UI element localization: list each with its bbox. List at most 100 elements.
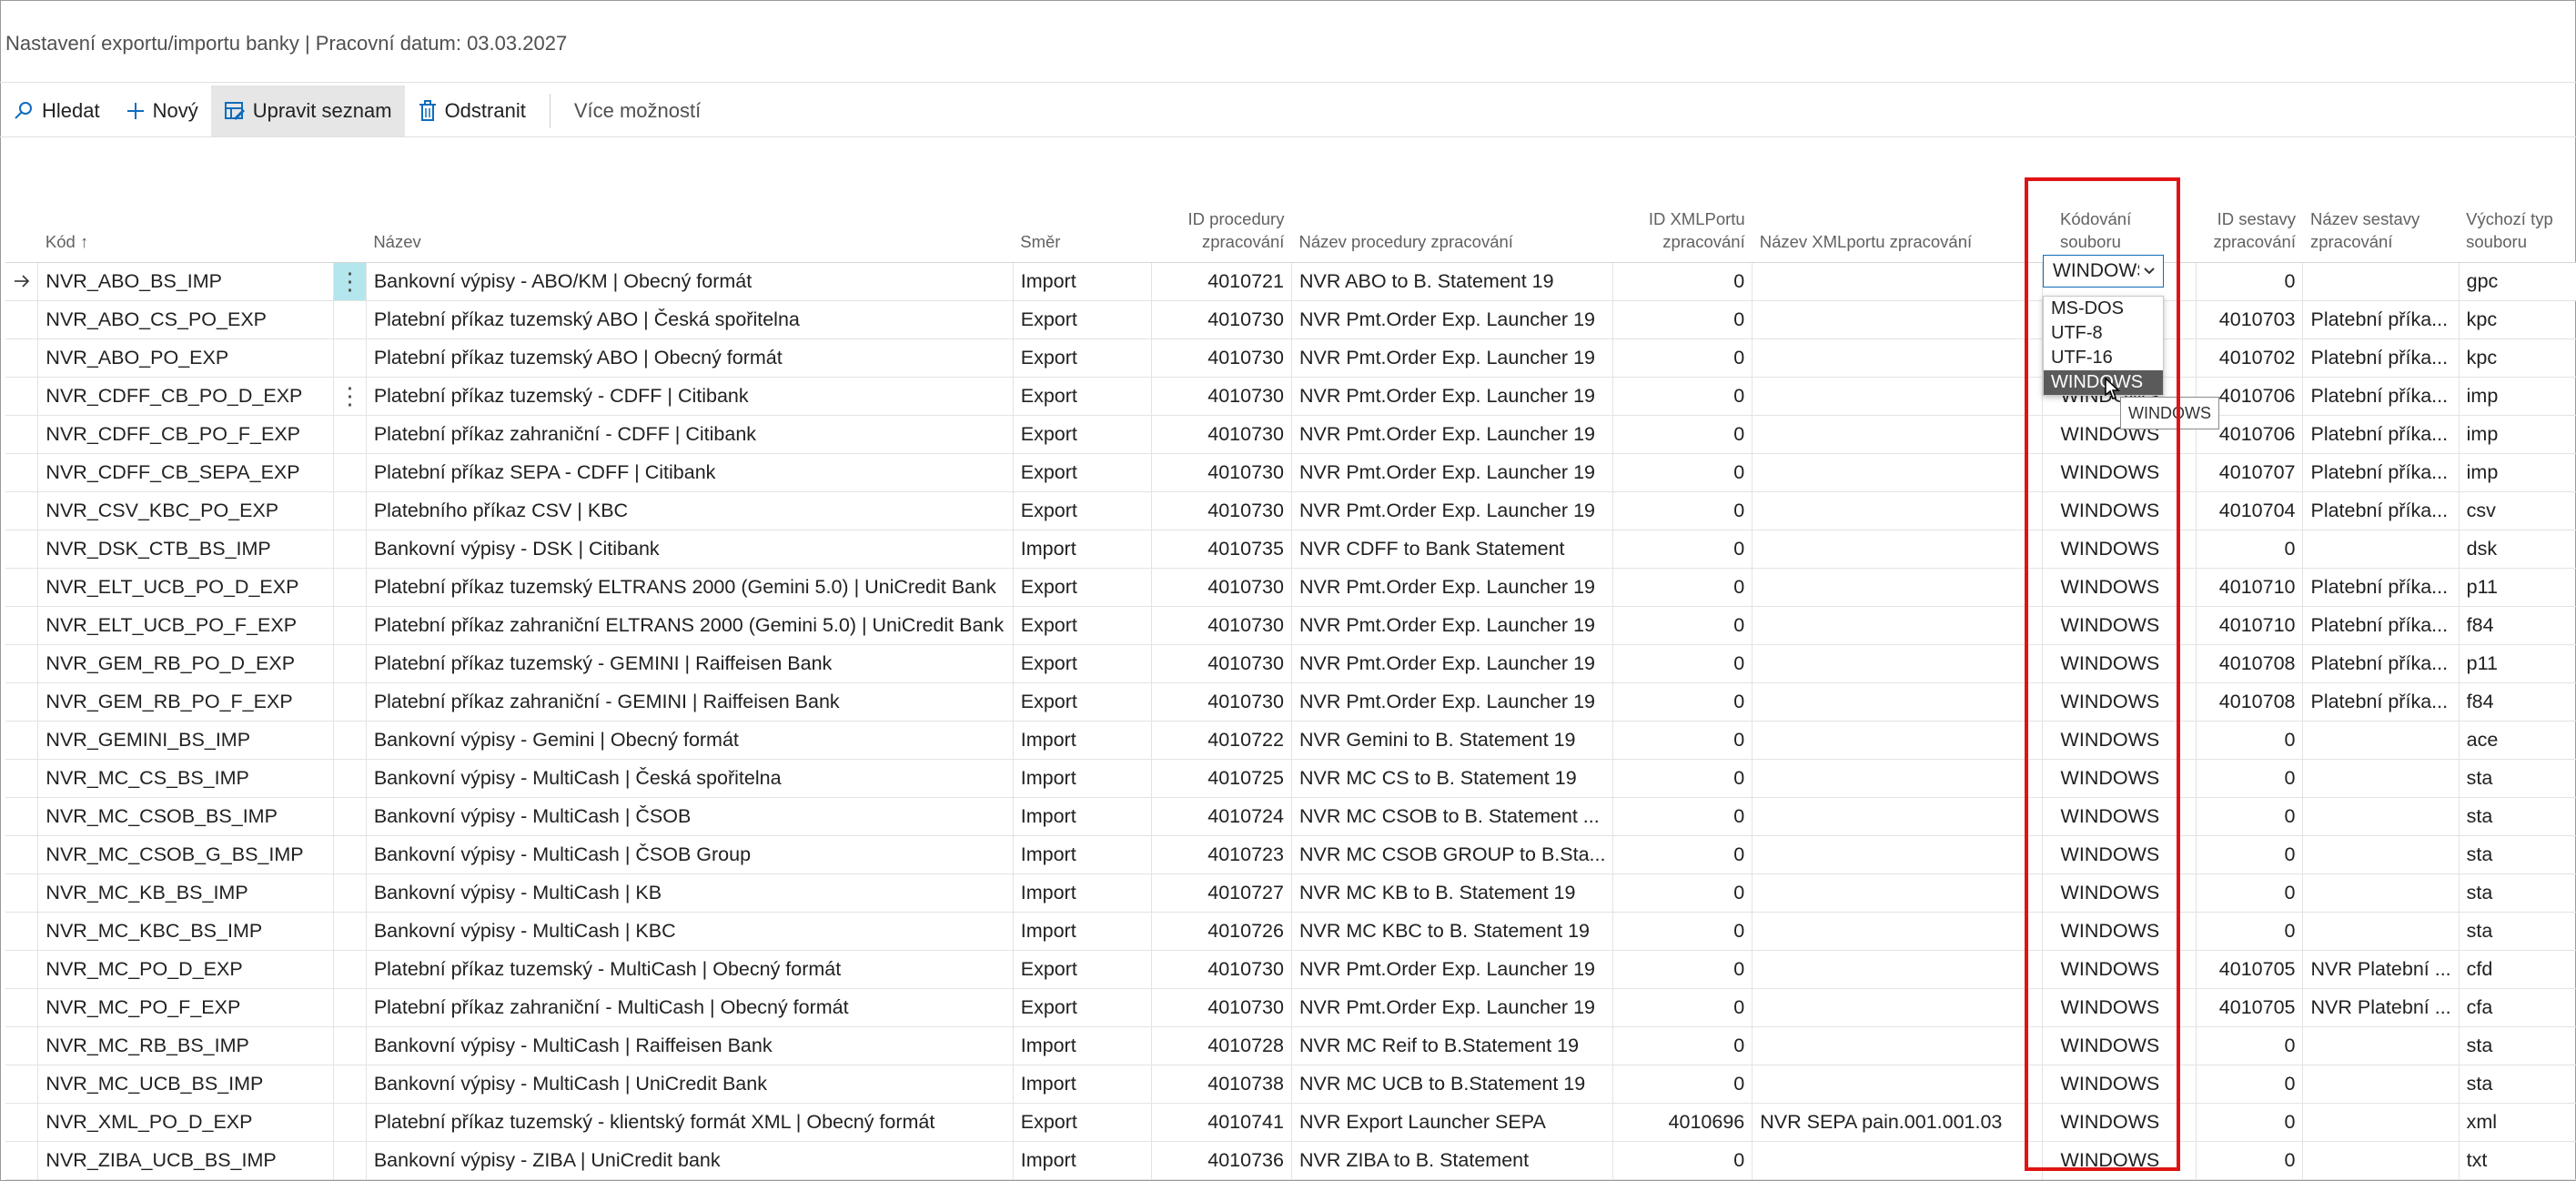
cell-encoding[interactable]: WINDOWS [2041,759,2197,798]
more-vertical-icon[interactable] [333,644,367,683]
cell-encoding[interactable]: WINDOWS [2041,453,2197,492]
table-row[interactable]: NVR_CSV_KBC_PO_EXP Platebního příkaz CSV … [5,491,2576,530]
table-row[interactable]: NVR_MC_UCB_BS_IMP Bankovní výpisy - Multi… [5,1065,2576,1104]
cell-encoding[interactable]: WINDOWS [2041,988,2197,1027]
table-row[interactable]: NVR_ZIBA_UCB_BS_IMP Bankovní výpisy - ZIB… [5,1141,2576,1180]
cell-code[interactable]: NVR_MC_CS_BS_IMP [37,759,334,798]
more-vertical-icon[interactable]: ⋮ [333,377,367,416]
cell-code[interactable]: NVR_MC_PO_D_EXP [37,950,334,989]
table-row[interactable]: NVR_ABO_CS_PO_EXP Platební příkaz tuzemsk… [5,300,2576,339]
table-row[interactable]: NVR_GEMINI_BS_IMP Bankovní výpisy - Gemin… [5,721,2576,760]
header-name[interactable]: Název [366,177,1014,263]
cell-code[interactable]: NVR_MC_UCB_BS_IMP [37,1065,334,1104]
cell-encoding[interactable]: WINDOWS [2041,721,2197,760]
cell-code[interactable]: NVR_DSK_CTB_BS_IMP [37,530,334,569]
cell-code[interactable]: NVR_ABO_CS_PO_EXP [37,300,334,339]
cell-code[interactable]: NVR_ABO_PO_EXP [37,338,334,378]
more-vertical-icon[interactable] [333,415,367,454]
more-vertical-icon[interactable] [333,300,367,339]
table-row[interactable]: NVR_CDFF_CB_SEPA_EXP Platební příkaz SEPA… [5,453,2576,492]
cell-code[interactable]: NVR_MC_CSOB_BS_IMP [37,797,334,836]
more-vertical-icon[interactable] [333,1026,367,1065]
table-row[interactable]: NVR_MC_CSOB_BS_IMP Bankovní výpisy - Mult… [5,797,2576,836]
cell-encoding[interactable]: WINDOWS [2041,1141,2197,1180]
more-vertical-icon[interactable] [333,721,367,760]
cell-code[interactable]: NVR_GEMINI_BS_IMP [37,721,334,760]
edit-list-button[interactable]: Upravit seznam [210,86,405,136]
more-options-button[interactable]: Více možností [561,86,713,136]
header-report-id[interactable]: ID sestavy zpracování [2196,177,2303,263]
cell-encoding[interactable]: WINDOWS [2041,644,2197,683]
table-row[interactable]: NVR_MC_CSOB_G_BS_IMP Bankovní výpisy - Mu… [5,835,2576,874]
more-vertical-icon[interactable] [333,568,367,607]
more-vertical-icon[interactable] [333,950,367,989]
cell-code[interactable]: NVR_ELT_UCB_PO_D_EXP [37,568,334,607]
more-vertical-icon[interactable] [333,873,367,913]
header-file-type[interactable]: Výchozí typ souboru [2459,177,2576,263]
cell-encoding[interactable]: WINDOWS [2041,797,2197,836]
more-vertical-icon[interactable] [333,338,367,378]
cell-code[interactable]: NVR_MC_PO_F_EXP [37,988,334,1027]
cell-encoding[interactable]: WINDOWS [2041,835,2197,874]
cell-code[interactable]: NVR_ELT_UCB_PO_F_EXP [37,606,334,645]
table-row[interactable]: NVR_MC_PO_F_EXP Platební příkaz zahraničn… [5,988,2576,1027]
table-row[interactable]: NVR_MC_KBC_BS_IMP Bankovní výpisy - Multi… [5,912,2576,951]
cell-code[interactable]: NVR_CDFF_CB_SEPA_EXP [37,453,334,492]
table-row[interactable]: NVR_ABO_BS_IMP ⋮ Bankovní výpisy - ABO/KM … [5,262,2576,301]
table-row[interactable]: NVR_DSK_CTB_BS_IMP Bankovní výpisy - DSK … [5,530,2576,569]
table-row[interactable]: NVR_MC_PO_D_EXP Platební příkaz tuzemský … [5,950,2576,989]
table-row[interactable]: NVR_ELT_UCB_PO_F_EXP Platební příkaz zahr… [5,606,2576,645]
cell-encoding[interactable]: WINDOWS [2041,682,2197,722]
cell-code[interactable]: NVR_GEM_RB_PO_D_EXP [37,644,334,683]
more-vertical-icon[interactable]: ⋮ [333,262,367,301]
cell-encoding[interactable]: WINDOWS [2041,912,2197,951]
table-row[interactable]: NVR_MC_KB_BS_IMP Bankovní výpisy - MultiC… [5,873,2576,913]
more-vertical-icon[interactable] [333,1141,367,1180]
cell-code[interactable]: NVR_GEM_RB_PO_F_EXP [37,682,334,722]
encoding-select[interactable]: WINDOWS [2043,255,2164,288]
cell-code[interactable]: NVR_CSV_KBC_PO_EXP [37,491,334,530]
more-vertical-icon[interactable] [333,682,367,722]
delete-button[interactable]: Odstranit [405,86,539,136]
dropdown-option-ms-dos[interactable]: MS-DOS [2044,297,2163,321]
cell-encoding[interactable]: WINDOWS [2041,1026,2197,1065]
header-proc-id[interactable]: ID procedury zpracování [1151,177,1292,263]
cell-code[interactable]: NVR_MC_RB_BS_IMP [37,1026,334,1065]
header-xmlport-name[interactable]: Název XMLportu zpracování [1752,177,2043,263]
header-xmlport-id[interactable]: ID XMLPortu zpracování [1612,177,1753,263]
more-vertical-icon[interactable] [333,1103,367,1142]
cell-code[interactable]: NVR_XML_PO_D_EXP [37,1103,334,1142]
table-row[interactable]: NVR_MC_RB_BS_IMP Bankovní výpisy - MultiC… [5,1026,2576,1065]
new-button[interactable]: Nový [113,86,211,136]
cell-code[interactable]: NVR_MC_CSOB_G_BS_IMP [37,835,334,874]
more-vertical-icon[interactable] [333,988,367,1027]
cell-code[interactable]: NVR_MC_KBC_BS_IMP [37,912,334,951]
cell-code[interactable]: NVR_ABO_BS_IMP [37,262,334,301]
header-encoding[interactable]: Kódování souboru [2042,177,2197,263]
more-vertical-icon[interactable] [333,759,367,798]
table-row[interactable]: NVR_GEM_RB_PO_D_EXP Platební příkaz tuzem… [5,644,2576,683]
header-code[interactable]: Kód ↑ [37,177,334,263]
cell-code[interactable]: NVR_CDFF_CB_PO_D_EXP [37,377,334,416]
cell-encoding[interactable]: WINDOWS [2041,1065,2197,1104]
cell-encoding[interactable]: WINDOWS [2041,950,2197,989]
cell-encoding[interactable]: WINDOWS [2041,873,2197,913]
cell-code[interactable]: NVR_MC_KB_BS_IMP [37,873,334,913]
cell-encoding[interactable]: WINDOWS [2041,530,2197,569]
more-vertical-icon[interactable] [333,606,367,645]
more-vertical-icon[interactable] [333,835,367,874]
table-row[interactable]: NVR_GEM_RB_PO_F_EXP Platební příkaz zahra… [5,682,2576,722]
more-vertical-icon[interactable] [333,530,367,569]
more-vertical-icon[interactable] [333,491,367,530]
cell-code[interactable]: NVR_ZIBA_UCB_BS_IMP [37,1141,334,1180]
search-button[interactable]: Hledat [0,86,113,136]
dropdown-option-utf-8[interactable]: UTF-8 [2044,321,2163,346]
cell-encoding[interactable]: WINDOWS [2041,568,2197,607]
cell-code[interactable]: NVR_CDFF_CB_PO_F_EXP [37,415,334,454]
header-proc-name[interactable]: Název procedury zpracování [1291,177,1613,263]
more-vertical-icon[interactable] [333,797,367,836]
table-row[interactable]: NVR_ABO_PO_EXP Platební příkaz tuzemský A… [5,338,2576,378]
table-row[interactable]: NVR_ELT_UCB_PO_D_EXP Platební příkaz tuze… [5,568,2576,607]
cell-encoding[interactable]: WINDOWS [2041,491,2197,530]
cell-encoding[interactable]: WINDOWS [2041,1103,2197,1142]
